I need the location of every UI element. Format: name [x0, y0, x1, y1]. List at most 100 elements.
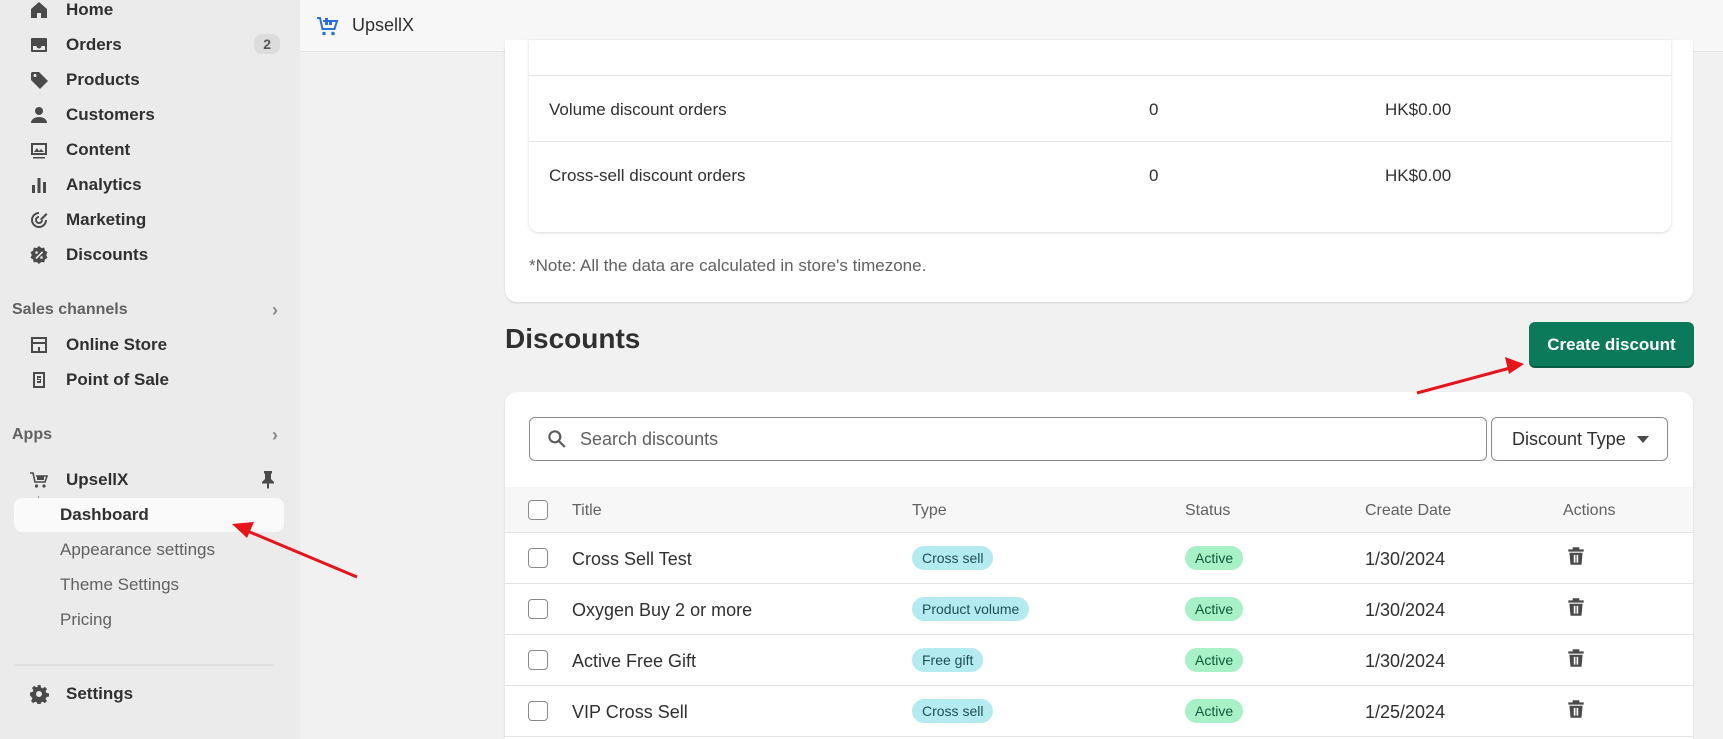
sidebar-item-label: Analytics — [66, 175, 142, 194]
sidebar-item-online-store[interactable]: Online Store — [14, 328, 284, 362]
sidebar-item-discounts[interactable]: Discounts — [14, 238, 284, 272]
sidebar-item-label: Home — [66, 0, 114, 19]
apps-header[interactable]: Apps › — [12, 423, 282, 447]
sales-channels-header[interactable]: Sales channels › — [12, 298, 282, 322]
column-actions: Actions — [1563, 502, 1616, 519]
discount-type-label: Discount Type — [1512, 428, 1626, 449]
orders-count-badge: 2 — [254, 34, 280, 54]
type-badge: Cross sell — [912, 546, 994, 570]
search-icon — [548, 430, 566, 448]
cart-icon — [317, 16, 339, 35]
sidebar-subitem-pricing[interactable]: Pricing — [14, 603, 284, 637]
apps-label: Apps — [12, 426, 52, 443]
person-icon — [28, 104, 50, 126]
sidebar-item-label: Settings — [66, 684, 134, 703]
sidebar-item-upsellx[interactable]: UpsellX — [14, 463, 284, 497]
stats-label: Cross-sell discount orders — [549, 166, 746, 185]
sidebar-item-settings[interactable]: Settings — [14, 677, 284, 711]
create-date: 1/30/2024 — [1365, 549, 1446, 569]
create-discount-button[interactable]: Create discount — [1529, 322, 1694, 368]
sidebar-item-label: Discounts — [66, 245, 149, 264]
home-icon — [28, 0, 50, 21]
image-icon — [28, 139, 50, 161]
discount-title[interactable]: Cross Sell Test — [572, 549, 692, 570]
sidebar-item-marketing[interactable]: Marketing — [14, 203, 284, 237]
sidebar-subitem-appearance-settings[interactable]: Appearance settings — [14, 533, 284, 567]
discount-icon — [28, 244, 50, 266]
search-field[interactable] — [529, 417, 1487, 461]
chevron-right-icon: › — [272, 299, 278, 320]
sidebar-item-label: Point of Sale — [66, 370, 169, 389]
sidebar-item-products[interactable]: Products — [14, 63, 284, 97]
discount-title[interactable]: Oxygen Buy 2 or more — [572, 600, 752, 621]
sidebar: Home Orders 2 Products Customers Content… — [0, 0, 300, 739]
type-badge: Free gift — [912, 648, 984, 672]
timezone-note: *Note: All the data are calculated in st… — [529, 256, 927, 275]
target-icon — [28, 209, 50, 231]
sidebar-divider — [14, 664, 274, 666]
column-type: Type — [912, 502, 947, 519]
table-row[interactable]: VIP Cross Sell Cross sell Active 1/25/20… — [505, 686, 1693, 737]
cart-icon — [28, 469, 50, 491]
stats-amount: HK$0.00 — [1385, 100, 1452, 119]
trash-icon[interactable] — [1565, 545, 1587, 567]
create-date: 1/30/2024 — [1365, 651, 1446, 671]
discount-title[interactable]: VIP Cross Sell — [572, 702, 688, 723]
stats-label: Volume discount orders — [549, 100, 727, 119]
sidebar-subitem-label: Theme Settings — [60, 575, 180, 594]
bar-chart-icon — [28, 174, 50, 196]
row-checkbox[interactable] — [528, 701, 548, 721]
sidebar-item-label: Customers — [66, 105, 155, 124]
row-checkbox[interactable] — [528, 599, 548, 619]
table-row[interactable]: Cross Sell Test Cross sell Active 1/30/2… — [505, 533, 1693, 584]
tag-icon — [28, 69, 50, 91]
sidebar-item-label: Content — [66, 140, 131, 159]
row-checkbox[interactable] — [528, 650, 548, 670]
table-header: Title Type Status Create Date Actions — [505, 487, 1693, 533]
sales-channels-label: Sales channels — [12, 301, 128, 318]
trash-icon[interactable] — [1565, 647, 1587, 669]
stats-row: Volume discount orders 0 HK$0.00 — [529, 75, 1671, 141]
sidebar-subitem-label: Appearance settings — [60, 540, 215, 559]
sidebar-item-orders[interactable]: Orders 2 — [14, 28, 284, 62]
chevron-right-icon: › — [272, 424, 278, 445]
sidebar-subitem-dashboard[interactable]: Dashboard — [14, 498, 284, 532]
stats-amount: HK$0.00 — [1385, 166, 1452, 185]
column-title: Title — [572, 502, 602, 519]
discount-type-dropdown[interactable]: Discount Type — [1491, 417, 1668, 461]
gear-icon — [28, 683, 50, 705]
store-icon — [28, 334, 50, 356]
sidebar-item-label: Products — [66, 70, 140, 89]
arrow-to-create-discount — [1416, 357, 1524, 395]
app-title: UpsellX — [352, 15, 415, 35]
inbox-icon — [28, 34, 50, 56]
row-checkbox[interactable] — [528, 548, 548, 568]
status-badge: Active — [1185, 648, 1244, 672]
stats-count: 0 — [1149, 100, 1159, 119]
trash-icon[interactable] — [1565, 698, 1587, 720]
type-badge: Cross sell — [912, 699, 994, 723]
search-input[interactable] — [580, 428, 1460, 450]
sidebar-item-point-of-sale[interactable]: Point of Sale — [14, 363, 284, 397]
sidebar-item-content[interactable]: Content — [14, 133, 284, 167]
status-badge: Active — [1185, 546, 1244, 570]
sidebar-item-customers[interactable]: Customers — [14, 98, 284, 132]
type-badge: Product volume — [912, 597, 1030, 621]
status-badge: Active — [1185, 699, 1244, 723]
sidebar-item-home[interactable]: Home — [14, 0, 284, 27]
select-all-checkbox[interactable] — [528, 500, 548, 520]
table-row[interactable]: Active Free Gift Free gift Active 1/30/2… — [505, 635, 1693, 686]
caret-down-icon — [1637, 436, 1649, 443]
discounts-heading: Discounts — [505, 323, 641, 354]
create-date: 1/25/2024 — [1365, 702, 1446, 722]
table-row[interactable]: Oxygen Buy 2 or more Product volume Acti… — [505, 584, 1693, 635]
discount-title[interactable]: Active Free Gift — [572, 651, 696, 672]
trash-icon[interactable] — [1565, 596, 1587, 618]
order-stats-card: Volume discount orders 0 HK$0.00 Cross-s… — [505, 40, 1693, 302]
pin-icon[interactable] — [258, 469, 280, 491]
pos-icon — [28, 369, 50, 391]
order-stats-table: Volume discount orders 0 HK$0.00 Cross-s… — [529, 40, 1671, 232]
sidebar-item-analytics[interactable]: Analytics — [14, 168, 284, 202]
sidebar-subitem-theme-settings[interactable]: Theme Settings — [14, 568, 284, 602]
stats-count: 0 — [1149, 166, 1159, 185]
